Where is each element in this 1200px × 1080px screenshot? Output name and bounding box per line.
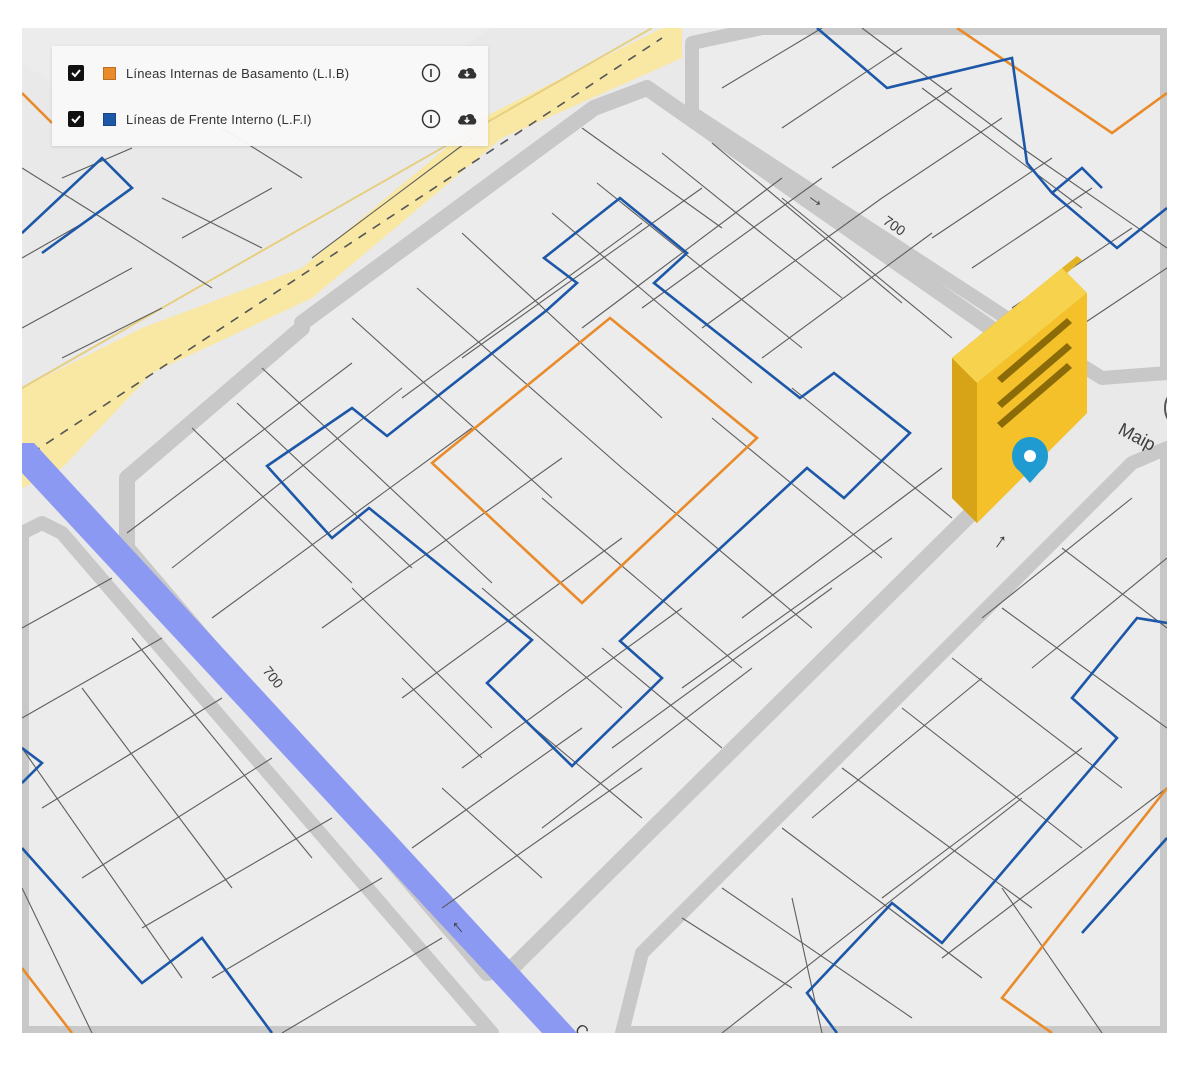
checkmark-icon — [71, 69, 81, 78]
cloud-download-icon[interactable] — [456, 62, 478, 84]
lfi-color-swatch — [103, 112, 116, 126]
lfi-layer-checkbox[interactable] — [68, 111, 84, 127]
lib-layer-checkbox[interactable] — [68, 65, 84, 81]
info-icon[interactable] — [420, 108, 442, 130]
legend-row-lib: Líneas Internas de Basamento (L.I.B) — [52, 50, 488, 96]
info-icon[interactable] — [420, 62, 442, 84]
cloud-download-icon[interactable] — [456, 108, 478, 130]
map-view[interactable]: 700 700 Maip C → → → Líneas Internas de … — [22, 28, 1167, 1033]
checkmark-icon — [71, 115, 81, 124]
legend-row-lfi: Líneas de Frente Interno (L.F.I) — [52, 96, 488, 142]
lib-layer-label: Líneas Internas de Basamento (L.I.B) — [126, 65, 350, 81]
lfi-layer-label: Líneas de Frente Interno (L.F.I) — [126, 111, 312, 127]
layer-legend: Líneas Internas de Basamento (L.I.B) Lín… — [52, 46, 488, 146]
lib-color-swatch — [103, 66, 116, 80]
